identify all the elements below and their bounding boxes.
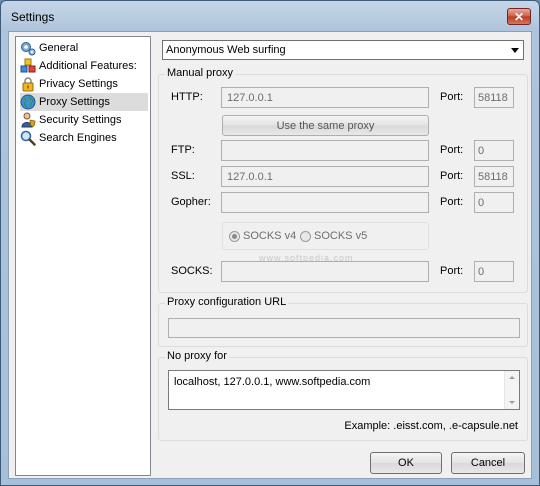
ssl-port-field[interactable]: 58118 <box>474 166 514 187</box>
cancel-button[interactable]: Cancel <box>451 452 525 474</box>
globe-icon <box>20 94 36 110</box>
user-shield-icon <box>20 112 36 128</box>
lock-icon <box>20 76 36 92</box>
close-icon: ✕ <box>513 9 525 24</box>
group-caption: Manual proxy <box>165 67 236 79</box>
settings-window: Settings ✕ General Additional Features: <box>0 0 540 486</box>
ftp-port-field[interactable]: 0 <box>474 140 514 161</box>
http-port-field[interactable]: 58118 <box>474 87 514 108</box>
ftp-label: FTP: <box>171 144 195 156</box>
use-same-proxy-button[interactable]: Use the same proxy <box>222 115 429 136</box>
sidebar-item-label: Security Settings <box>39 114 122 126</box>
socks-port-label: Port: <box>440 265 464 277</box>
ssl-port-label: Port: <box>440 170 464 182</box>
gopher-port-label: Port: <box>440 196 464 208</box>
socks-v4-label: SOCKS v4 <box>243 230 297 242</box>
socks-v4-radio[interactable] <box>229 231 240 242</box>
gopher-label: Gopher: <box>171 196 211 208</box>
group-caption: No proxy for <box>165 350 229 362</box>
gopher-host-field[interactable] <box>221 192 429 213</box>
manual-proxy-group: Manual proxy HTTP: 127.0.0.1 Port: 58118… <box>158 67 528 293</box>
http-label: HTTP: <box>171 91 203 103</box>
ftp-port-label: Port: <box>440 144 464 156</box>
socks-port-field[interactable]: 0 <box>474 261 514 282</box>
sidebar-item-additional-features[interactable]: Additional Features: <box>20 57 137 75</box>
sidebar-item-label: General <box>39 42 79 54</box>
dialog-body: General Additional Features: Privacy Set… <box>8 31 532 479</box>
no-proxy-group: No proxy for localhost, 127.0.0.1, www.s… <box>158 350 528 441</box>
window-title: Settings <box>11 10 55 24</box>
sidebar-item-label: Privacy Settings <box>39 78 118 90</box>
socks-version-group: SOCKS v4 SOCKS v5 <box>222 222 429 250</box>
sidebar-item-label: Search Engines <box>39 132 117 144</box>
scroll-down-icon[interactable] <box>509 401 515 404</box>
magnifier-icon <box>20 130 36 146</box>
socks-v5-radio[interactable] <box>300 231 311 242</box>
socks-host-field[interactable] <box>221 261 429 282</box>
proxy-mode-value: Anonymous Web surfing <box>166 44 286 56</box>
sidebar-item-label: Proxy Settings <box>39 96 110 108</box>
socks-v5-label: SOCKS v5 <box>314 230 368 242</box>
ssl-host-field[interactable]: 127.0.0.1 <box>221 166 429 187</box>
proxy-mode-select[interactable]: Anonymous Web surfing <box>162 40 524 60</box>
chevron-down-icon <box>511 48 519 53</box>
gopher-port-field[interactable]: 0 <box>474 192 514 213</box>
no-proxy-value: localhost, 127.0.0.1, www.softpedia.com <box>174 376 371 388</box>
sidebar-item-label: Additional Features: <box>39 60 137 72</box>
blocks-icon <box>20 58 36 74</box>
scroll-up-icon[interactable] <box>509 376 515 379</box>
socks-label: SOCKS: <box>171 265 213 277</box>
close-button[interactable]: ✕ <box>507 8 531 25</box>
sidebar-item-search-engines[interactable]: Search Engines <box>20 129 117 147</box>
no-proxy-textarea[interactable]: localhost, 127.0.0.1, www.softpedia.com <box>168 370 520 410</box>
sidebar-item-security-settings[interactable]: Security Settings <box>20 111 122 129</box>
ftp-host-field[interactable] <box>221 140 429 161</box>
ok-button[interactable]: OK <box>370 452 442 474</box>
textarea-scrollbar[interactable] <box>504 371 519 409</box>
settings-category-tree: General Additional Features: Privacy Set… <box>15 36 151 476</box>
ssl-label: SSL: <box>171 170 195 182</box>
gears-icon <box>20 40 36 56</box>
title-bar[interactable]: Settings ✕ <box>1 1 539 31</box>
proxy-config-url-field[interactable] <box>168 318 520 338</box>
sidebar-item-general[interactable]: General <box>20 39 78 57</box>
sidebar-item-proxy-settings[interactable]: Proxy Settings <box>20 93 148 111</box>
sidebar-item-privacy-settings[interactable]: Privacy Settings <box>20 75 118 93</box>
http-port-label: Port: <box>440 91 464 103</box>
proxy-config-url-group: Proxy configuration URL <box>158 296 528 347</box>
no-proxy-example: Example: .eisst.com, .e-capsule.net <box>344 420 518 432</box>
http-host-field[interactable]: 127.0.0.1 <box>221 87 429 108</box>
group-caption: Proxy configuration URL <box>165 296 289 308</box>
